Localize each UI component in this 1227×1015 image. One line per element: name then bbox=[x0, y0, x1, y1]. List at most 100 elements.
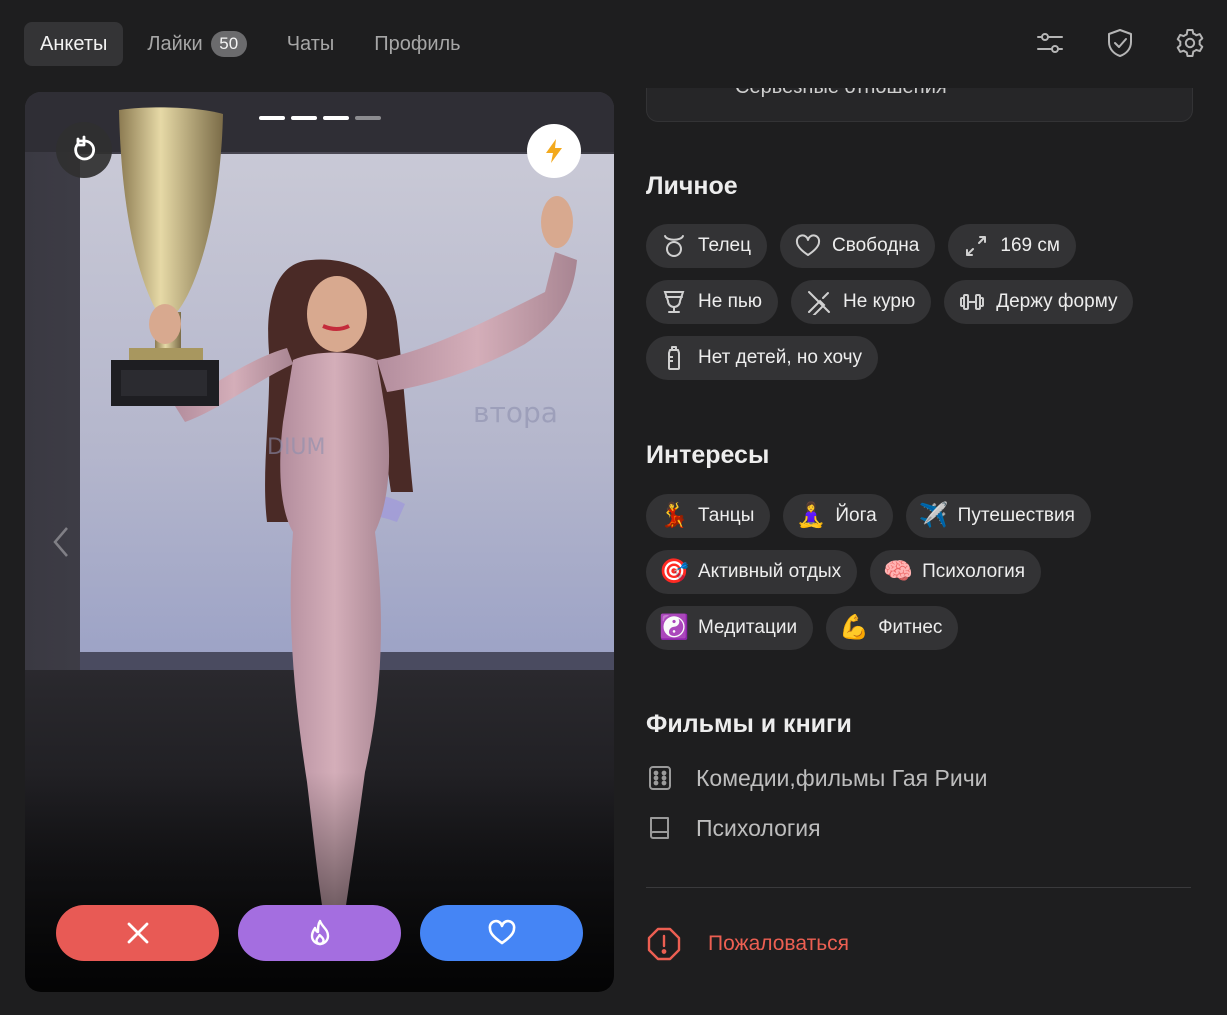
airplane-icon: ✈️ bbox=[918, 502, 949, 529]
report-label: Пожаловаться bbox=[708, 932, 850, 955]
nav-icon-group bbox=[1033, 24, 1207, 62]
relationship-goal-text: Серьёзные отношения bbox=[735, 88, 947, 99]
chip-label: Телец bbox=[698, 235, 752, 256]
chevron-left-icon[interactable] bbox=[49, 524, 73, 560]
chip-label: Активный отдых bbox=[698, 561, 842, 582]
tab-label: Профиль bbox=[374, 32, 461, 55]
yoga-icon: 🧘‍♀️ bbox=[796, 502, 827, 529]
heart-outline-icon bbox=[796, 234, 821, 256]
lightning-icon bbox=[546, 139, 562, 163]
chip-label: Не пью bbox=[698, 291, 763, 312]
photo-progress bbox=[259, 116, 381, 120]
relationship-goal-card: Серьёзные отношения bbox=[646, 88, 1193, 122]
media-item-films: Комедии,фильмы Гая Ричи bbox=[646, 764, 988, 792]
settings-button[interactable] bbox=[1173, 24, 1207, 62]
flame-icon bbox=[310, 919, 329, 946]
super-like-button[interactable] bbox=[238, 905, 401, 961]
profile-photo: втора DIUM bbox=[25, 92, 614, 992]
chip-label: 169 см bbox=[1000, 235, 1060, 256]
likes-count-badge: 50 bbox=[210, 31, 247, 57]
interest-chips: 💃 Танцы 🧘‍♀️ Йога ✈️ Путешествия 🎯 Актив… bbox=[646, 494, 1196, 650]
tab-profile[interactable]: Профиль bbox=[358, 22, 476, 66]
filters-button[interactable] bbox=[1033, 24, 1067, 62]
chip-smoking: Не курю bbox=[791, 280, 932, 324]
safety-button[interactable] bbox=[1103, 24, 1137, 62]
biceps-icon: 💪 bbox=[839, 614, 870, 641]
chip-interest-dance: 💃 Танцы bbox=[646, 494, 771, 538]
progress-segment bbox=[259, 116, 285, 120]
shield-check-icon bbox=[1108, 29, 1132, 57]
undo-button[interactable] bbox=[56, 122, 112, 178]
chip-interest-psychology: 🧠 Психология bbox=[870, 550, 1042, 594]
profile-photo-card[interactable]: втора DIUM bbox=[25, 92, 614, 992]
yin-yang-icon: ☯️ bbox=[659, 614, 689, 641]
chip-interest-outdoor: 🎯 Активный отдых bbox=[646, 550, 858, 594]
brain-icon: 🧠 bbox=[883, 558, 914, 585]
media-item-books: Психология bbox=[646, 814, 821, 842]
chevron-right-icon[interactable] bbox=[567, 180, 614, 216]
chip-label: Держу форму bbox=[996, 291, 1118, 312]
media-item-label: Комедии,фильмы Гая Ричи bbox=[696, 764, 988, 791]
chip-interest-yoga: 🧘‍♀️ Йога bbox=[783, 494, 893, 538]
chip-children: Нет детей, но хочу bbox=[646, 336, 879, 380]
chip-label: Нет детей, но хочу bbox=[698, 347, 863, 368]
chip-label: Танцы bbox=[698, 505, 755, 526]
tab-profiles[interactable]: Анкеты bbox=[24, 22, 124, 66]
baby-bottle-icon bbox=[668, 346, 680, 370]
chip-interest-fitness: 💪 Фитнес bbox=[826, 606, 959, 650]
chip-fitness: Держу форму bbox=[944, 280, 1134, 324]
progress-segment bbox=[323, 116, 349, 120]
section-title-interests: Интересы bbox=[646, 441, 770, 469]
main-tabs: Анкеты Лайки 50 Чаты Профиль bbox=[24, 22, 477, 66]
svg-text:втора: втора bbox=[473, 396, 558, 429]
media-item-label: Психология bbox=[696, 814, 821, 841]
sliders-icon bbox=[1037, 33, 1063, 53]
chip-label: Не курю bbox=[843, 291, 916, 312]
book-icon bbox=[650, 817, 669, 839]
like-button[interactable] bbox=[420, 905, 583, 961]
chip-interest-travel: ✈️ Путешествия bbox=[905, 494, 1091, 538]
section-title-media: Фильмы и книги bbox=[646, 710, 852, 738]
top-nav: Анкеты Лайки 50 Чаты Профиль bbox=[0, 0, 1227, 88]
chip-label: Йога bbox=[835, 505, 877, 526]
undo-icon bbox=[74, 135, 96, 161]
hearts-icon bbox=[685, 88, 713, 100]
tab-chats[interactable]: Чаты bbox=[271, 22, 351, 66]
dislike-button[interactable] bbox=[56, 905, 219, 961]
gear-icon bbox=[1176, 29, 1204, 57]
no-smoking-icon bbox=[808, 291, 831, 315]
wine-glass-icon bbox=[663, 291, 685, 313]
close-icon bbox=[127, 922, 148, 944]
chip-height: 169 см bbox=[948, 224, 1076, 268]
chip-label: Фитнес bbox=[878, 617, 943, 638]
target-icon: 🎯 bbox=[659, 558, 689, 585]
chip-zodiac: Телец bbox=[646, 224, 768, 268]
chip-label: Путешествия bbox=[957, 505, 1075, 526]
chip-label: Свободна bbox=[832, 235, 920, 256]
tab-likes[interactable]: Лайки 50 bbox=[131, 22, 262, 66]
dancer-icon: 💃 bbox=[659, 502, 689, 529]
chip-interest-meditation: ☯️ Медитации bbox=[646, 606, 814, 650]
chip-relationship-status: Свободна bbox=[780, 224, 936, 268]
personal-chips: Телец Свободна 169 см Не пью Не курю Дер… bbox=[646, 224, 1196, 380]
heart-icon bbox=[488, 919, 515, 945]
film-icon bbox=[649, 766, 671, 790]
boost-button[interactable] bbox=[527, 124, 581, 178]
taurus-icon bbox=[664, 235, 684, 257]
divider bbox=[646, 887, 1191, 888]
progress-segment bbox=[355, 116, 381, 120]
dumbbell-icon bbox=[960, 294, 985, 310]
height-arrows-icon bbox=[966, 236, 987, 256]
card-action-row bbox=[56, 905, 583, 961]
chip-label: Медитации bbox=[698, 617, 798, 638]
tab-label: Чаты bbox=[286, 32, 335, 55]
tab-label: Анкеты bbox=[40, 32, 108, 55]
tab-label: Лайки bbox=[147, 32, 203, 55]
chip-label: Психология bbox=[922, 561, 1026, 582]
progress-segment bbox=[291, 116, 317, 120]
section-title-personal: Личное bbox=[646, 172, 738, 200]
svg-text:DIUM: DIUM bbox=[267, 435, 326, 460]
chip-alcohol: Не пью bbox=[646, 280, 779, 324]
report-button[interactable]: Пожаловаться bbox=[646, 926, 849, 962]
alert-octagon-icon bbox=[647, 927, 681, 961]
